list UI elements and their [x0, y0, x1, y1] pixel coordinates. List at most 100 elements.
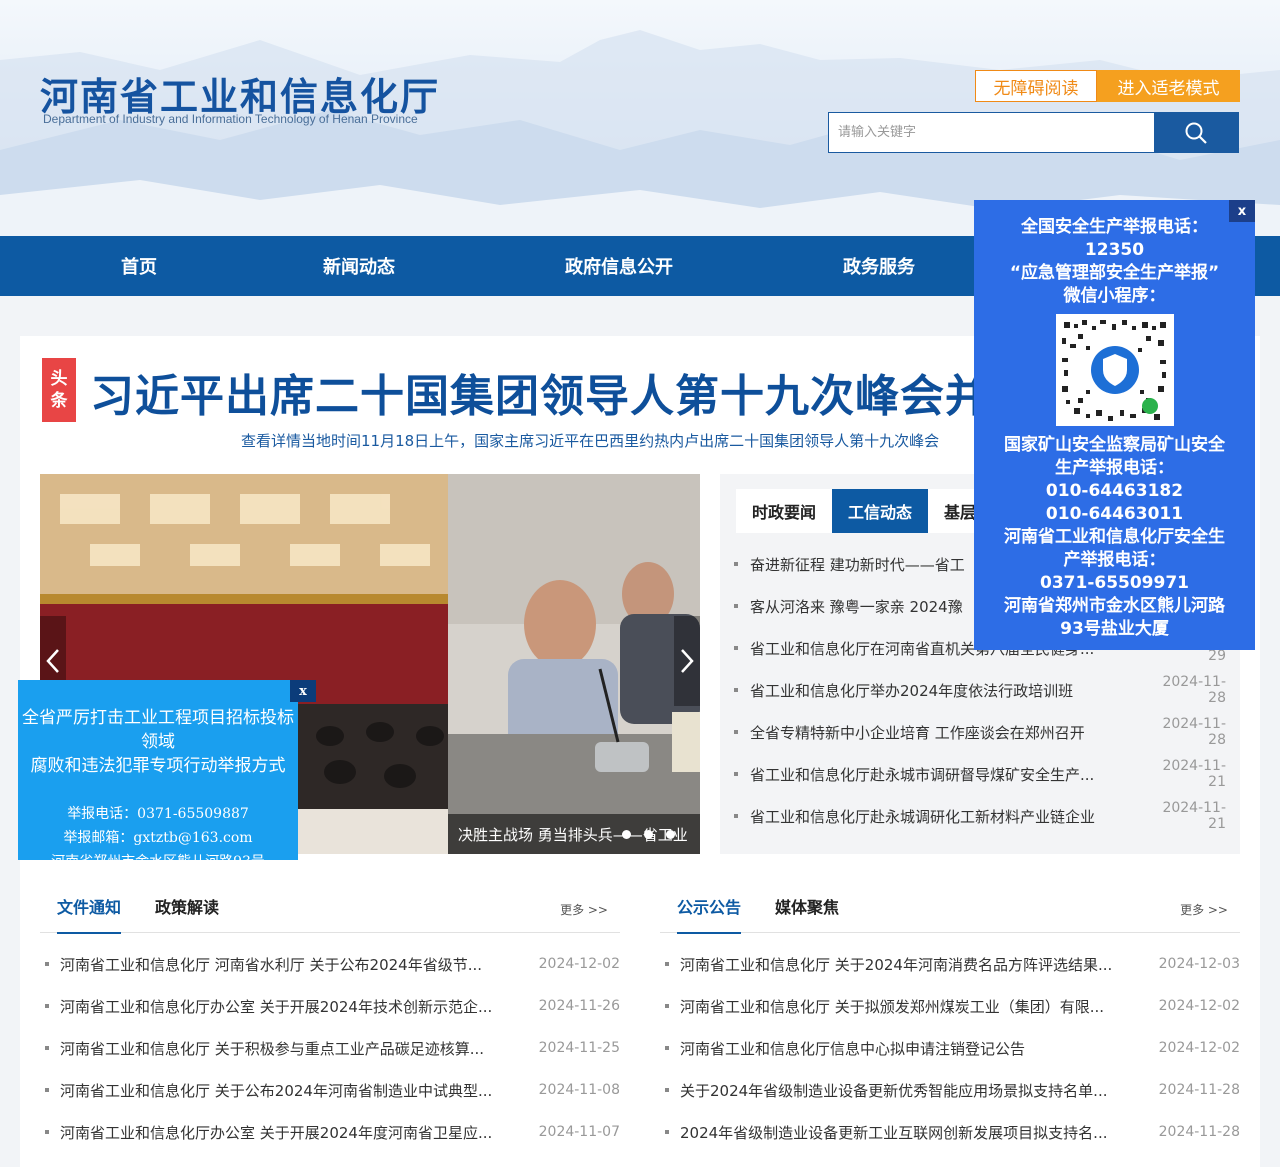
bullet-icon	[665, 1130, 669, 1134]
bullet-icon	[734, 772, 738, 776]
list-item-title[interactable]: 关于2024年省级制造业设备更新优秀智能应用场景拟支持名单...	[680, 1080, 1156, 1101]
safety-hotline-popup: x 全国安全生产举报电话： 12350 “应急管理部安全生产举报” 微信小程序：	[974, 200, 1255, 650]
popup-contacts: 举报电话：0371-65509887 举报邮箱：gxtztb@163.com 河…	[18, 802, 298, 874]
search-bar	[828, 112, 1239, 153]
bidding-report-popup[interactable]: x 全省严厉打击工业工程项目招标投标领域 腐败和违法犯罪专项行动举报方式 举报电…	[18, 680, 316, 870]
tab-current-affairs[interactable]: 时政要闻	[736, 489, 833, 533]
popup-line: 0371-65509971	[1040, 573, 1189, 593]
bullet-icon	[45, 1046, 49, 1050]
search-button[interactable]	[1154, 113, 1238, 152]
slider-dot[interactable]	[666, 830, 675, 839]
close-button[interactable]: x	[1229, 200, 1255, 222]
headline-tag-char: 头	[50, 369, 68, 389]
tab-announcements[interactable]: 公示公告	[660, 879, 758, 934]
popup-title-line: 全省严厉打击工业工程项目招标投标领域	[22, 708, 294, 752]
list-item[interactable]: 2024年省级制造业设备更新工业互联网创新发展项目拟支持名... 2024-11-…	[660, 1111, 1240, 1153]
search-input[interactable]	[829, 113, 1154, 152]
list-item[interactable]: 河南省工业和信息化厅办公室 关于开展2024年度河南省卫星应... 2024-11…	[40, 1111, 620, 1153]
list-item-date: 2024-12-02	[1158, 1040, 1240, 1056]
tab-policy-interpretation[interactable]: 政策解读	[138, 879, 236, 933]
elder-mode-button[interactable]: 进入适老模式	[1097, 70, 1240, 102]
list-item-title[interactable]: 河南省工业和信息化厅 关于2024年河南消费名品方阵评选结果...	[680, 954, 1156, 975]
bullet-icon	[45, 1130, 49, 1134]
list-item[interactable]: 省工业和信息化厅举办2024年度依法行政培训班 2024-11-28	[734, 669, 1226, 711]
documents-section: 文件通知 政策解读 更多 >> 河南省工业和信息化厅 河南省水利厅 关于公布20…	[40, 879, 620, 1153]
news-item-title[interactable]: 省工业和信息化厅举办2024年度依法行政培训班	[750, 680, 1148, 701]
list-item-title[interactable]: 2024年省级制造业设备更新工业互联网创新发展项目拟支持名...	[680, 1122, 1156, 1143]
tab-industry-news[interactable]: 工信动态	[832, 489, 929, 533]
list-item[interactable]: 省工业和信息化厅赴永城调研化工新材料产业链企业 2024-11-21	[734, 795, 1226, 837]
list-item-date: 2024-11-25	[538, 1040, 620, 1056]
announcements-section: 公示公告 媒体聚焦 更多 >> 河南省工业和信息化厅 关于2024年河南消费名品…	[660, 879, 1240, 1153]
headline-tag: 头 条	[42, 358, 76, 422]
list-item[interactable]: 河南省工业和信息化厅信息中心拟申请注销登记公告 2024-12-02	[660, 1027, 1240, 1069]
news-item-title[interactable]: 省工业和信息化厅赴永城调研化工新材料产业链企业	[750, 806, 1148, 827]
list-item[interactable]: 河南省工业和信息化厅 关于公布2024年河南省制造业中试典型... 2024-11…	[40, 1069, 620, 1111]
list-item[interactable]: 省工业和信息化厅赴永城市调研督导煤矿安全生产... 2024-11-21	[734, 753, 1226, 795]
tab-documents[interactable]: 文件通知	[40, 879, 138, 934]
list-item[interactable]: 河南省工业和信息化厅 河南省水利厅 关于公布2024年省级节... 2024-12…	[40, 943, 620, 985]
list-item-title[interactable]: 河南省工业和信息化厅 关于公布2024年河南省制造业中试典型...	[60, 1080, 536, 1101]
list-item[interactable]: 河南省工业和信息化厅 关于拟颁发郑州煤炭工业（集团）有限... 2024-12-0…	[660, 985, 1240, 1027]
bullet-icon	[734, 646, 738, 650]
list-item-title[interactable]: 河南省工业和信息化厅 关于拟颁发郑州煤炭工业（集团）有限...	[680, 996, 1156, 1017]
list-item-title[interactable]: 河南省工业和信息化厅信息中心拟申请注销登记公告	[680, 1038, 1156, 1059]
nav-item-gov-info[interactable]: 政府信息公开	[440, 236, 798, 296]
slider-dot[interactable]	[622, 830, 631, 839]
nav-item-home[interactable]: 首页	[0, 236, 278, 296]
bullet-icon	[45, 1088, 49, 1092]
list-item[interactable]: 全省专精特新中小企业培育 工作座谈会在郑州召开 2024-11-28	[734, 711, 1226, 753]
list-item-title[interactable]: 河南省工业和信息化厅 关于积极参与重点工业产品碳足迹核算...	[60, 1038, 536, 1059]
report-email: 举报邮箱：gxtztb@163.com	[63, 830, 253, 846]
documents-list: 河南省工业和信息化厅 河南省水利厅 关于公布2024年省级节... 2024-12…	[40, 943, 620, 1153]
headline-title[interactable]: 习近平出席二十国集团领导人第十九次峰会并	[90, 360, 990, 420]
report-address: 河南省郑州市金水区熊儿河路93号	[51, 854, 265, 870]
section-header: 公示公告 媒体聚焦 更多 >>	[660, 879, 1240, 934]
list-item[interactable]: 河南省工业和信息化厅办公室 关于开展2024年技术创新示范企... 2024-11…	[40, 985, 620, 1027]
popup-line: 93号盐业大厦	[1060, 619, 1169, 639]
news-item-title[interactable]: 省工业和信息化厅赴永城市调研督导煤矿安全生产...	[750, 764, 1148, 785]
news-item-title[interactable]: 全省专精特新中小企业培育 工作座谈会在郑州召开	[750, 722, 1148, 743]
popup-title-line: 腐败和违法犯罪专项行动举报方式	[30, 756, 286, 776]
list-item-date: 2024-12-03	[1158, 956, 1240, 972]
search-icon	[1185, 122, 1207, 144]
popup-line: 010-64463182	[1045, 481, 1184, 501]
more-link[interactable]: 更多 >>	[560, 901, 608, 918]
popup-line: 生产举报电话：	[1055, 458, 1174, 478]
list-item-date: 2024-11-28	[1158, 1124, 1240, 1140]
popup-line: 河南省郑州市金水区熊儿河路	[1004, 596, 1225, 616]
list-item-date: 2024-11-28	[1158, 1082, 1240, 1098]
news-item-date: 2024-11-21	[1162, 758, 1226, 790]
slider-next-button[interactable]	[674, 616, 700, 706]
nav-item-news[interactable]: 新闻动态	[278, 236, 440, 296]
list-item-title[interactable]: 河南省工业和信息化厅办公室 关于开展2024年度河南省卫星应...	[60, 1122, 536, 1143]
accessibility-controls: 无障碍阅读 进入适老模式	[975, 70, 1240, 102]
announcements-list: 河南省工业和信息化厅 关于2024年河南消费名品方阵评选结果... 2024-12…	[660, 943, 1240, 1153]
site-subtitle: Department of Industry and Information T…	[43, 112, 418, 126]
accessibility-reading-button[interactable]: 无障碍阅读	[975, 70, 1097, 102]
close-button[interactable]: x	[290, 680, 316, 702]
tab-media-focus[interactable]: 媒体聚焦	[758, 879, 856, 933]
list-item-date: 2024-11-08	[538, 1082, 620, 1098]
list-item-title[interactable]: 河南省工业和信息化厅 河南省水利厅 关于公布2024年省级节...	[60, 954, 536, 975]
list-item[interactable]: 关于2024年省级制造业设备更新优秀智能应用场景拟支持名单... 2024-11-…	[660, 1069, 1240, 1111]
bullet-icon	[665, 1046, 669, 1050]
popup-line: 12350	[1084, 240, 1145, 260]
list-item-title[interactable]: 河南省工业和信息化厅办公室 关于开展2024年技术创新示范企...	[60, 996, 536, 1017]
popup-line: 产举报电话：	[1063, 550, 1166, 570]
headline-summary[interactable]: 查看详情当地时间11月18日上午，国家主席习近平在巴西里约热内卢出席二十国集团领…	[241, 430, 981, 452]
bullet-icon	[665, 1004, 669, 1008]
qr-code	[1055, 314, 1174, 426]
list-item[interactable]: 河南省工业和信息化厅 关于积极参与重点工业产品碳足迹核算... 2024-11-2…	[40, 1027, 620, 1069]
list-item[interactable]: 河南省工业和信息化厅 关于2024年河南消费名品方阵评选结果... 2024-12…	[660, 943, 1240, 985]
bullet-icon	[45, 1004, 49, 1008]
popup-line: 全国安全生产举报电话：	[1021, 217, 1208, 237]
more-link[interactable]: 更多 >>	[1180, 901, 1228, 918]
slider-dot[interactable]	[644, 830, 653, 839]
popup-line: 微信小程序：	[1063, 286, 1166, 306]
bullet-icon	[665, 962, 669, 966]
bullet-icon	[734, 688, 738, 692]
headline-tag-char: 条	[50, 391, 68, 411]
nav-item-gov-service[interactable]: 政务服务	[798, 236, 960, 296]
qr-code-icon	[1055, 314, 1174, 426]
